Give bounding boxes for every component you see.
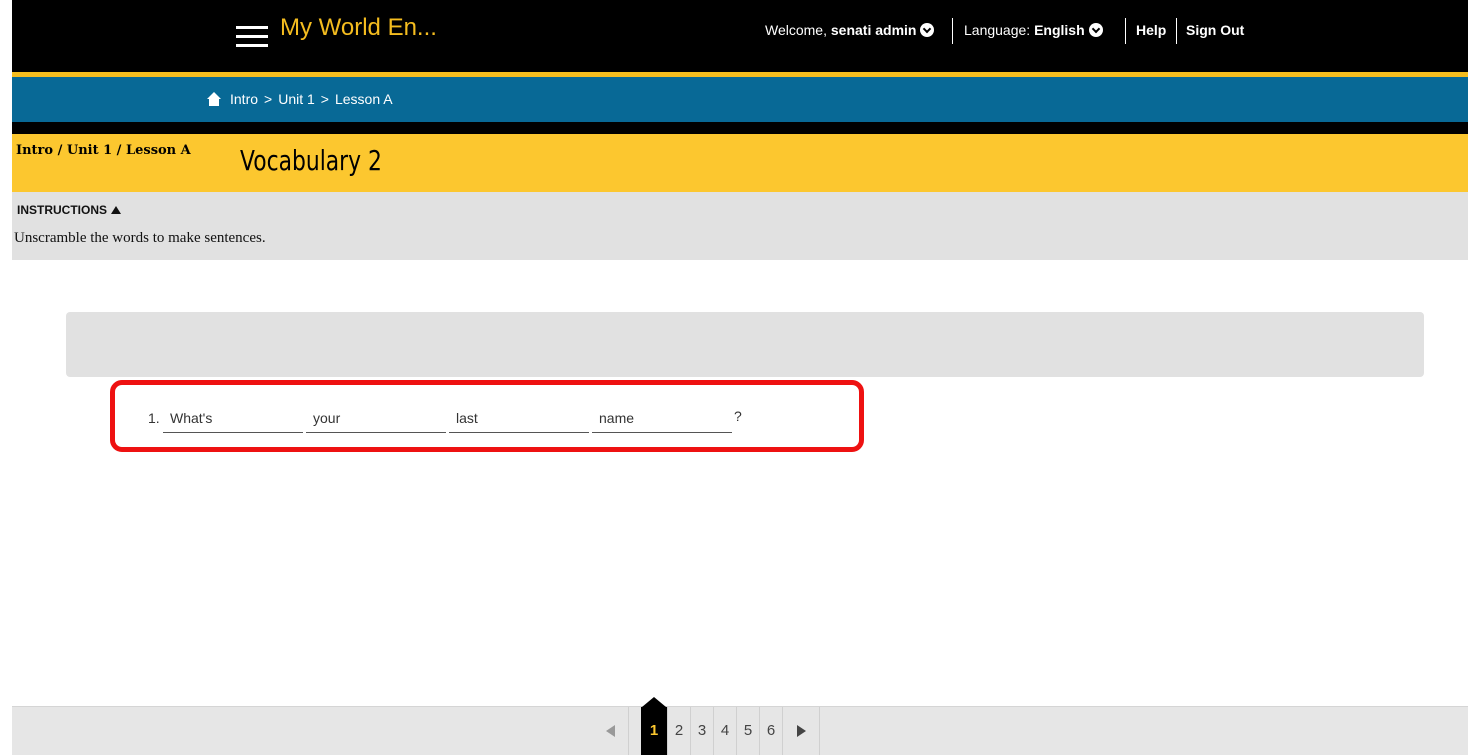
triangle-right-icon (796, 725, 806, 738)
page-button-6[interactable]: 6 (760, 707, 783, 755)
next-page-button[interactable] (783, 707, 820, 755)
word-text: your (313, 410, 341, 426)
divider (1176, 18, 1177, 44)
chevron-down-icon (920, 23, 935, 37)
previous-page-button[interactable] (592, 707, 629, 755)
breadcrumb-unit[interactable]: Unit 1 (278, 91, 315, 107)
word-slot[interactable]: What's (163, 402, 303, 433)
top-header: My World En... Welcome, senati admin Lan… (12, 0, 1468, 72)
breadcrumb-intro[interactable]: Intro (230, 91, 258, 107)
breadcrumb-separator: > (320, 91, 329, 107)
language-value: English (1034, 22, 1085, 38)
instructions-text: Unscramble the words to make sentences. (14, 230, 266, 246)
page-button-2[interactable]: 2 (668, 707, 691, 755)
question-number: 1. (148, 410, 160, 426)
breadcrumb-bar: Intro > Unit 1 > Lesson A (12, 77, 1468, 122)
language-label: Language: (964, 22, 1031, 38)
instructions-toggle[interactable]: INSTRUCTIONS (17, 203, 121, 217)
word-slot[interactable]: name (592, 402, 732, 433)
welcome-label: Welcome, (765, 22, 827, 38)
page-button-1[interactable]: 1 (641, 697, 668, 755)
question-ending: ? (734, 408, 742, 424)
app-title[interactable]: My World En... (280, 14, 437, 42)
activity-title: Vocabulary 2 (240, 144, 382, 177)
instructions-panel: INSTRUCTIONS Unscramble the words to mak… (12, 192, 1468, 260)
word-text: last (456, 410, 478, 426)
language-menu[interactable]: Language: English (964, 22, 1103, 38)
word-slot[interactable]: last (449, 402, 589, 433)
activity-title-band: Intro / Unit 1 / Lesson A Vocabulary 2 (12, 134, 1468, 192)
word-slot[interactable]: your (306, 402, 446, 433)
page-button-4[interactable]: 4 (714, 707, 737, 755)
divider (1125, 18, 1126, 44)
breadcrumb: Intro > Unit 1 > Lesson A (206, 91, 393, 107)
pagination-bar: 1 2 3 4 5 6 (12, 697, 1468, 755)
word-bank-area (66, 312, 1424, 377)
page-button-5[interactable]: 5 (737, 707, 760, 755)
hamburger-menu-icon[interactable] (236, 26, 268, 48)
triangle-left-icon (605, 725, 615, 738)
home-icon[interactable] (206, 92, 222, 106)
page-button-3[interactable]: 3 (691, 707, 714, 755)
caret-up-icon (111, 206, 121, 214)
word-text: name (599, 410, 635, 426)
divider (952, 18, 953, 44)
user-name: senati admin (830, 22, 917, 38)
help-link[interactable]: Help (1136, 22, 1166, 38)
sign-out-link[interactable]: Sign Out (1186, 22, 1244, 38)
activity-path-label: Intro / Unit 1 / Lesson A (16, 143, 191, 158)
welcome-user-menu[interactable]: Welcome, senati admin (765, 22, 935, 38)
breadcrumb-separator: > (264, 91, 273, 107)
word-text: What's (170, 410, 213, 426)
page: My World En... Welcome, senati admin Lan… (12, 0, 1468, 755)
chevron-down-icon (1088, 23, 1103, 37)
breadcrumb-bottom-border (12, 122, 1468, 134)
breadcrumb-lesson[interactable]: Lesson A (335, 91, 393, 107)
